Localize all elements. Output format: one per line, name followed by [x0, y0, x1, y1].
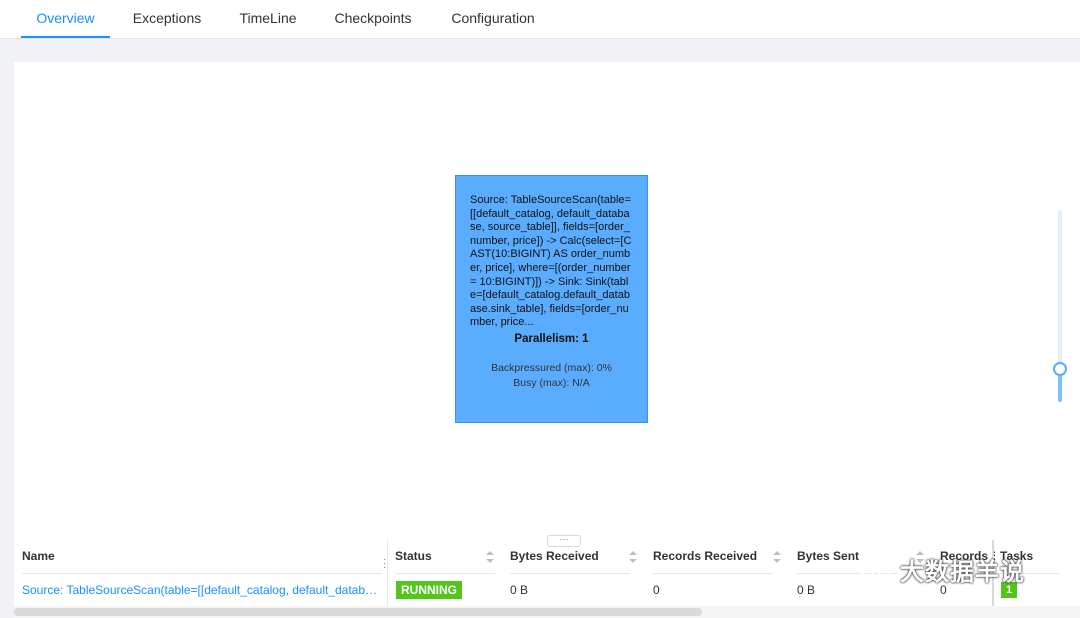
sort-icon[interactable] — [773, 551, 781, 563]
graph-node[interactable]: Source: TableSourceScan(table=[[default_… — [455, 175, 648, 423]
watermark-text: 大数据羊说 — [900, 559, 1025, 586]
vertex-name-link[interactable]: Source: TableSourceScan(table=[[default_… — [22, 574, 382, 606]
column-divider[interactable] — [387, 540, 388, 606]
job-graph-canvas[interactable]: Source: TableSourceScan(table=[[default_… — [14, 62, 1080, 540]
status-badge: RUNNING — [396, 581, 462, 599]
bytes-received-value: 0 B — [510, 583, 529, 597]
node-description: Source: TableSourceScan(table=[[default_… — [470, 194, 632, 329]
horizontal-scrollbar[interactable] — [14, 606, 1080, 618]
records-received-value: 0 — [653, 583, 660, 597]
sort-icon[interactable] — [486, 551, 494, 563]
tab-bar: Overview Exceptions TimeLine Checkpoints… — [0, 0, 1080, 39]
zoom-slider-handle[interactable] — [1053, 362, 1067, 376]
wechat-icon — [858, 557, 892, 582]
tab-timeline[interactable]: TimeLine — [228, 0, 308, 36]
node-parallelism: Parallelism: 1 — [514, 332, 589, 345]
node-metrics: Backpressured (max): 0% Busy (max): N/A — [470, 361, 633, 391]
horizontal-scrollbar-thumb[interactable] — [14, 608, 702, 616]
tab-checkpoints[interactable]: Checkpoints — [323, 0, 423, 36]
watermark: 大数据羊说 — [858, 552, 1025, 587]
tab-configuration[interactable]: Configuration — [440, 0, 546, 36]
sort-icon[interactable] — [629, 551, 637, 563]
column-header-records-received[interactable]: Records Received — [653, 540, 773, 574]
column-resize-handle[interactable]: · · · — [383, 555, 389, 573]
node-busy: Busy (max): N/A — [513, 376, 590, 389]
tab-exceptions[interactable]: Exceptions — [122, 0, 212, 36]
panel-resize-handle[interactable]: ··· — [547, 535, 581, 547]
bytes-sent-value: 0 B — [797, 583, 816, 597]
tab-overview[interactable]: Overview — [21, 0, 110, 38]
column-header-status[interactable]: Status — [395, 540, 495, 574]
node-backpressured: Backpressured (max): 0% — [491, 361, 612, 374]
zoom-slider[interactable] — [1053, 210, 1067, 402]
column-header-name[interactable]: Name — [22, 540, 382, 574]
